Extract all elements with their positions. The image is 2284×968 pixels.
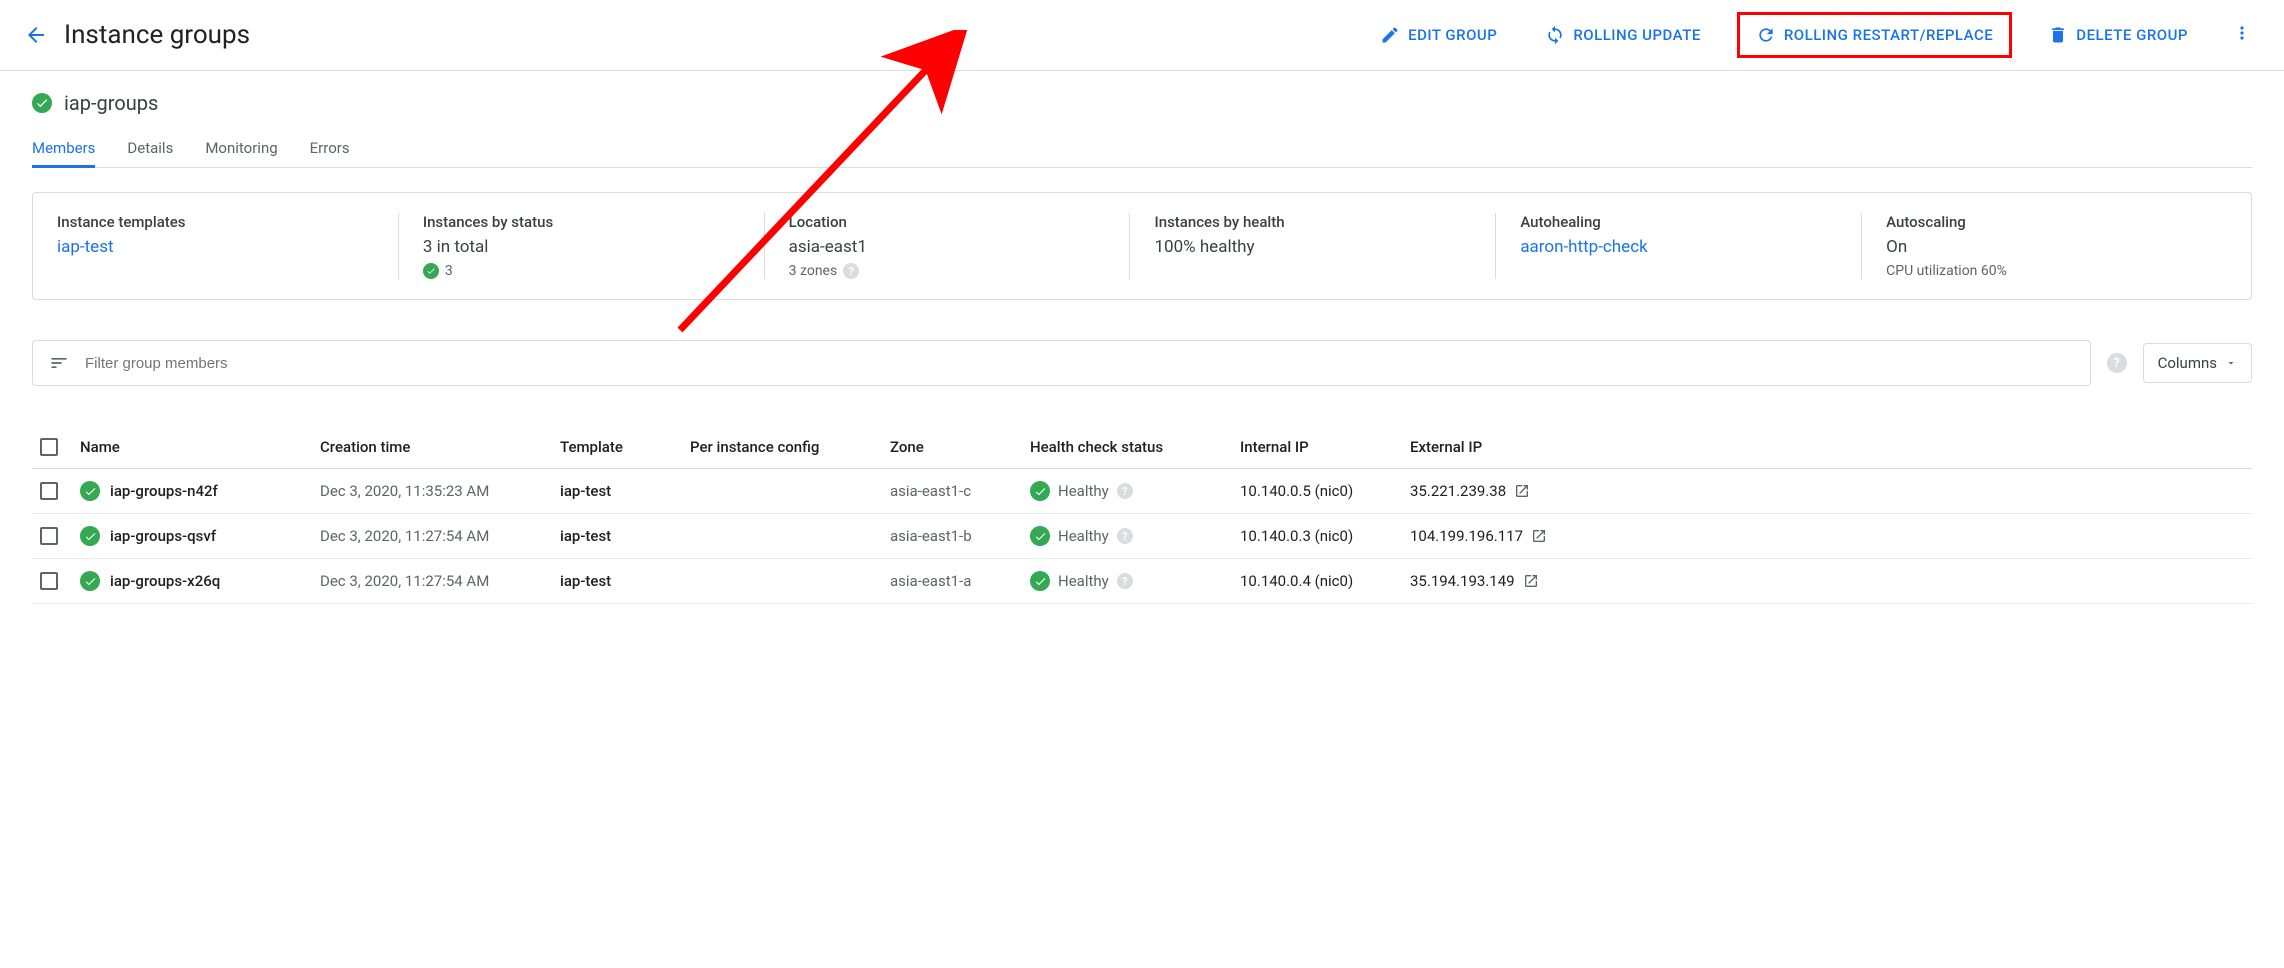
filter-row: ? Columns [32, 340, 2252, 386]
more-options-button[interactable] [2224, 15, 2260, 55]
rolling-restart-button[interactable]: ROLLING RESTART/REPLACE [1737, 12, 2012, 58]
table-row[interactable]: iap-groups-x26q Dec 3, 2020, 11:27:54 AM… [32, 559, 2252, 604]
filter-help-icon[interactable]: ? [2107, 353, 2127, 373]
rolling-update-button[interactable]: ROLLING UPDATE [1533, 17, 1712, 53]
internal-ip: 10.140.0.5 (nic0) [1240, 482, 1410, 500]
health-help-icon[interactable]: ? [1117, 573, 1133, 589]
edit-group-button[interactable]: EDIT GROUP [1368, 17, 1509, 53]
creation-time: Dec 3, 2020, 11:35:23 AM [320, 482, 560, 500]
instance-status-icon [80, 526, 100, 546]
trash-icon [2048, 25, 2068, 45]
back-arrow-icon[interactable] [24, 23, 48, 47]
zone: asia-east1-b [890, 527, 1030, 545]
template-name: iap-test [560, 527, 690, 545]
autohealing-link[interactable]: aaron-http-check [1520, 237, 1837, 257]
row-checkbox[interactable] [40, 527, 58, 545]
table-row[interactable]: iap-groups-n42f Dec 3, 2020, 11:35:23 AM… [32, 469, 2252, 514]
pencil-icon [1380, 25, 1400, 45]
health-status: Healthy [1058, 482, 1109, 500]
instance-name[interactable]: iap-groups-n42f [110, 482, 218, 500]
restart-icon [1756, 25, 1776, 45]
health-status-icon [1030, 526, 1050, 546]
summary-templates: Instance templates iap-test [57, 213, 399, 279]
health-status-icon [1030, 571, 1050, 591]
summary-health: Instances by health 100% healthy [1130, 213, 1496, 279]
external-link-icon[interactable] [1531, 528, 1547, 544]
external-ip: 35.194.193.149 [1410, 572, 1515, 590]
table-header: Name Creation time Template Per instance… [32, 426, 2252, 469]
table-row[interactable]: iap-groups-qsvf Dec 3, 2020, 11:27:54 AM… [32, 514, 2252, 559]
tab-details[interactable]: Details [127, 131, 173, 167]
summary-status: Instances by status 3 in total 3 [399, 213, 765, 279]
summary-location: Location asia-east1 3 zones ? [765, 213, 1131, 279]
filter-box[interactable] [32, 340, 2091, 386]
instance-name[interactable]: iap-groups-x26q [110, 572, 220, 590]
health-status: Healthy [1058, 572, 1109, 590]
health-help-icon[interactable]: ? [1117, 483, 1133, 499]
status-check-icon [32, 93, 52, 113]
health-status-icon [1030, 481, 1050, 501]
template-name: iap-test [560, 482, 690, 500]
external-ip: 104.199.196.117 [1410, 527, 1523, 545]
tab-members[interactable]: Members [32, 131, 95, 168]
delete-group-button[interactable]: DELETE GROUP [2036, 17, 2200, 53]
zone: asia-east1-c [890, 482, 1030, 500]
row-checkbox[interactable] [40, 572, 58, 590]
summary-panel: Instance templates iap-test Instances by… [32, 192, 2252, 300]
tab-errors[interactable]: Errors [310, 131, 350, 167]
group-name: iap-groups [64, 91, 158, 115]
select-all-checkbox[interactable] [40, 438, 58, 456]
instance-status-icon [80, 481, 100, 501]
page-header: Instance groups EDIT GROUP ROLLING UPDAT… [0, 0, 2284, 71]
creation-time: Dec 3, 2020, 11:27:54 AM [320, 527, 560, 545]
group-header: iap-groups [32, 91, 2252, 115]
template-link[interactable]: iap-test [57, 237, 374, 257]
internal-ip: 10.140.0.3 (nic0) [1240, 527, 1410, 545]
content-area: iap-groups Members Details Monitoring Er… [0, 71, 2284, 624]
page-title: Instance groups [64, 20, 250, 50]
tabs: Members Details Monitoring Errors [32, 131, 2252, 168]
instances-table: Name Creation time Template Per instance… [32, 426, 2252, 604]
health-help-icon[interactable]: ? [1117, 528, 1133, 544]
dropdown-icon [2225, 357, 2237, 369]
creation-time: Dec 3, 2020, 11:27:54 AM [320, 572, 560, 590]
external-link-icon[interactable] [1514, 483, 1530, 499]
external-link-icon[interactable] [1523, 573, 1539, 589]
filter-input[interactable] [85, 355, 2074, 372]
summary-autoscaling: Autoscaling On CPU utilization 60% [1862, 213, 2227, 279]
more-vert-icon [2232, 23, 2252, 43]
update-icon [1545, 25, 1565, 45]
zone: asia-east1-a [890, 572, 1030, 590]
instance-name[interactable]: iap-groups-qsvf [110, 527, 216, 545]
health-status: Healthy [1058, 527, 1109, 545]
summary-autohealing: Autohealing aaron-http-check [1496, 213, 1862, 279]
header-actions: EDIT GROUP ROLLING UPDATE ROLLING RESTAR… [1368, 12, 2260, 58]
template-name: iap-test [560, 572, 690, 590]
instance-status-icon [80, 571, 100, 591]
internal-ip: 10.140.0.4 (nic0) [1240, 572, 1410, 590]
external-ip: 35.221.239.38 [1410, 482, 1506, 500]
filter-icon [49, 353, 69, 373]
help-icon[interactable]: ? [843, 263, 859, 279]
row-checkbox[interactable] [40, 482, 58, 500]
columns-button[interactable]: Columns [2143, 343, 2252, 383]
tab-monitoring[interactable]: Monitoring [205, 131, 277, 167]
status-ok-icon [423, 263, 439, 279]
